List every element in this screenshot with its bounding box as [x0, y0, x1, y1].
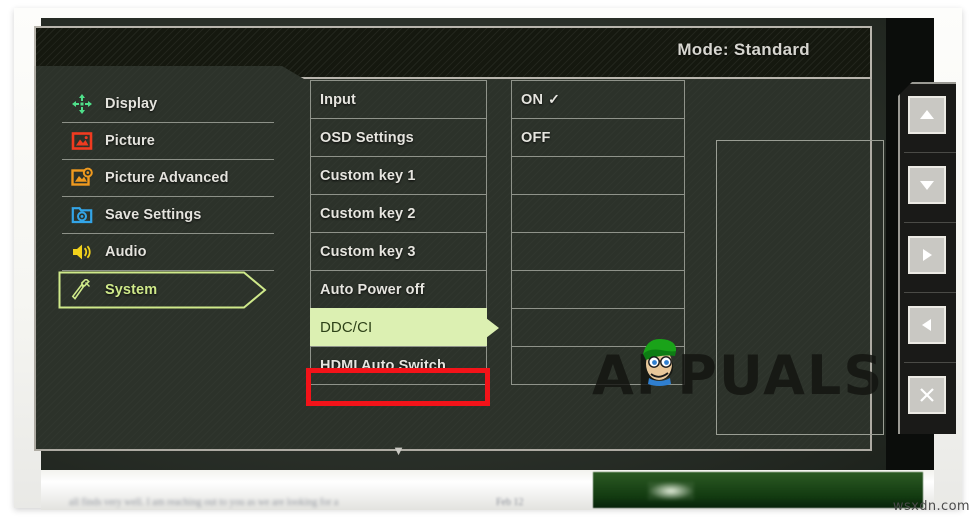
close-button[interactable] — [908, 376, 946, 414]
menu-item-ddc-ci[interactable]: DDC/CI — [310, 308, 499, 347]
right-arrow-icon — [923, 249, 932, 261]
display-arrows-icon — [71, 93, 93, 115]
sidebar-item-label: Save Settings — [105, 207, 202, 223]
left-arrow-icon — [922, 319, 931, 331]
value-option-label: OFF — [521, 129, 551, 146]
menu-item-auto-power-off[interactable]: Auto Power off — [310, 270, 487, 309]
desktop-taskbar-strip: all finds very well. I am reaching out t… — [41, 470, 934, 510]
site-watermark: wsxdn.com — [892, 499, 970, 514]
speaker-icon — [71, 241, 93, 263]
button-separator — [904, 152, 956, 153]
value-row-empty-1 — [511, 156, 685, 195]
desktop-image-thumbnail — [593, 472, 923, 508]
value-row-empty-6 — [511, 346, 685, 385]
menu-item-custom-key-1[interactable]: Custom key 1 — [310, 156, 487, 195]
button-separator — [904, 362, 956, 363]
desktop-date-label: Feb 12 — [496, 497, 524, 508]
button-separator — [904, 292, 956, 293]
thumbnail-highlight — [648, 482, 694, 500]
button-separator — [904, 222, 956, 223]
menu-item-label: DDC/CI — [320, 319, 373, 336]
sidebar-item-label: Audio — [105, 244, 147, 260]
value-row-empty-3 — [511, 232, 685, 271]
checkmark-icon: ✓ — [548, 91, 561, 107]
value-row-empty-2 — [511, 194, 685, 233]
chevron-down-icon[interactable]: ▼ — [310, 444, 487, 457]
close-icon — [920, 388, 934, 402]
menu-item-label: Auto Power off — [320, 281, 425, 298]
osd-window: Mode: Standard Display Picture Picture A… — [34, 26, 884, 457]
sidebar-item-picture-advanced[interactable]: Picture Advanced — [62, 160, 274, 197]
menu-item-custom-key-2[interactable]: Custom key 2 — [310, 194, 487, 233]
osd-sidebar: Display Picture Picture Advanced Save Se… — [58, 86, 274, 309]
up-arrow-icon — [920, 110, 934, 119]
picture-frame-icon — [71, 130, 93, 152]
sidebar-item-label: Display — [105, 96, 158, 112]
right-arrow-button[interactable] — [908, 236, 946, 274]
menu-item-custom-key-3[interactable]: Custom key 3 — [310, 232, 487, 271]
menu-item-osd-settings[interactable]: OSD Settings — [310, 118, 487, 157]
sidebar-item-display[interactable]: Display — [62, 86, 274, 123]
menu-item-label: Custom key 2 — [320, 205, 416, 222]
menu-item-input[interactable]: Input — [310, 80, 487, 119]
picture-advanced-icon — [71, 167, 93, 189]
up-arrow-button[interactable] — [908, 96, 946, 134]
screenshot-canvas: Mode: Standard Display Picture Picture A… — [0, 0, 980, 519]
value-option-off[interactable]: OFF — [511, 118, 685, 157]
value-row-empty-4 — [511, 270, 685, 309]
sidebar-item-label: System — [105, 282, 158, 298]
menu-item-label: HDMI Auto Switch — [320, 357, 446, 374]
sidebar-item-audio[interactable]: Audio — [62, 234, 274, 271]
value-row-empty-5 — [511, 308, 685, 347]
osd-values-column: ON ✓ OFF — [511, 80, 685, 385]
sidebar-item-system[interactable]: System — [58, 271, 274, 309]
sidebar-item-save-settings[interactable]: Save Settings — [62, 197, 274, 234]
menu-item-hdmi-auto-switch[interactable]: HDMI Auto Switch — [310, 346, 487, 385]
chevron-right-icon — [486, 317, 499, 338]
menu-item-label: Custom key 1 — [320, 167, 416, 184]
osd-menu-column: Input OSD Settings Custom key 1 Custom k… — [310, 80, 499, 385]
left-arrow-button[interactable] — [908, 306, 946, 344]
osd-mode-title: Mode: Standard — [677, 40, 810, 59]
save-folder-icon — [71, 204, 93, 226]
down-arrow-icon — [920, 181, 934, 190]
sidebar-item-label: Picture Advanced — [105, 170, 229, 186]
sidebar-item-label: Picture — [105, 133, 155, 149]
value-option-on[interactable]: ON ✓ — [511, 80, 685, 119]
osd-preview-panel — [716, 140, 884, 435]
down-arrow-button[interactable] — [908, 166, 946, 204]
value-option-label: ON — [521, 91, 544, 108]
sidebar-item-picture[interactable]: Picture — [62, 123, 274, 160]
desktop-blurred-text: all finds very well. I am reaching out t… — [69, 497, 339, 508]
menu-item-label: Input — [320, 91, 356, 108]
wrench-icon — [71, 279, 93, 301]
menu-item-label: OSD Settings — [320, 129, 414, 146]
menu-item-label: Custom key 3 — [320, 243, 416, 260]
